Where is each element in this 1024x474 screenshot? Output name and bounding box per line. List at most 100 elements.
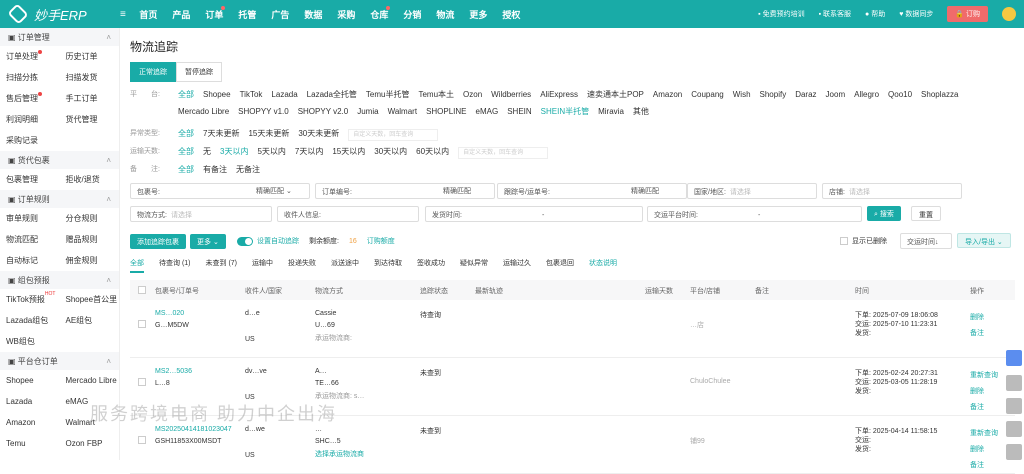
expand-icon[interactable] bbox=[1006, 375, 1022, 391]
sidebar-item[interactable]: 售后管理 bbox=[0, 92, 60, 104]
training-link[interactable]: ▪ 免费预约培训 bbox=[758, 9, 804, 19]
filter-option[interactable]: 其他 bbox=[633, 107, 649, 117]
cart-icon[interactable] bbox=[1006, 421, 1022, 437]
sidebar-item[interactable]: 扫描发货 bbox=[60, 72, 120, 83]
filter-option[interactable]: 全部 bbox=[178, 147, 194, 159]
filter-option[interactable]: Lazada全托管 bbox=[307, 90, 357, 100]
select-all-checkbox[interactable] bbox=[138, 286, 146, 294]
carrier-info[interactable]: 选择承运物流商 bbox=[315, 449, 364, 459]
filter-option[interactable]: AliExpress bbox=[540, 90, 578, 100]
filter-option[interactable]: Amazon bbox=[653, 90, 682, 100]
filter-option[interactable]: Daraz bbox=[795, 90, 816, 100]
sidebar-item[interactable]: Temu bbox=[0, 439, 60, 448]
status-tab[interactable]: 待查询 (1) bbox=[159, 258, 191, 273]
nav-item[interactable]: 广告 bbox=[264, 8, 297, 21]
menu-icon[interactable]: ≡ bbox=[120, 9, 126, 20]
refresh-icon[interactable] bbox=[1006, 444, 1022, 460]
status-tab[interactable]: 状态说明 bbox=[589, 258, 617, 273]
country-select[interactable]: 国家/地区: 请选择 bbox=[687, 183, 817, 199]
sidebar-item[interactable]: 利润明细 bbox=[0, 114, 60, 125]
sort-select[interactable]: 交运时间↓ bbox=[900, 233, 952, 249]
support-link[interactable]: ▪ 联系客服 bbox=[819, 9, 851, 19]
filter-option[interactable]: 全部 bbox=[178, 129, 194, 141]
sidebar-item[interactable]: 赠品规则 bbox=[60, 234, 120, 245]
filter-option[interactable]: 速卖通本土POP bbox=[587, 90, 644, 100]
platform-time-range[interactable]: 交运平台时间: - bbox=[647, 206, 862, 222]
nav-item[interactable]: 更多 bbox=[462, 8, 495, 21]
sidebar-item[interactable]: Lazada bbox=[0, 397, 60, 406]
chevron-up-icon[interactable]: ˄ bbox=[106, 156, 111, 165]
sidebar-item[interactable]: 佣金规则 bbox=[60, 255, 120, 266]
filter-option[interactable]: 15天以内 bbox=[332, 147, 365, 159]
filter-option[interactable]: 15天未更新 bbox=[248, 129, 289, 141]
sidebar-item[interactable]: 审单规则 bbox=[0, 213, 60, 224]
sidebar-item[interactable]: Shopee首公里 bbox=[60, 294, 120, 305]
filter-option[interactable]: 有备注 bbox=[203, 165, 227, 175]
filter-option[interactable]: Temu本土 bbox=[418, 90, 454, 100]
custom-days-input[interactable]: 自定义天数，回车查询 bbox=[348, 129, 439, 141]
add-package-button[interactable]: 添加追踪包裹 bbox=[130, 234, 186, 249]
filter-option[interactable]: Allegro bbox=[854, 90, 879, 100]
status-tab[interactable]: 投递失败 bbox=[288, 258, 316, 273]
status-tab[interactable]: 疑似异常 bbox=[460, 258, 488, 273]
chevron-up-icon[interactable]: ˄ bbox=[106, 357, 111, 366]
reset-button[interactable]: 重置 bbox=[911, 206, 941, 221]
status-tab[interactable]: 运输过久 bbox=[503, 258, 531, 273]
sidebar-item[interactable]: 手工订单 bbox=[60, 93, 120, 104]
filter-option[interactable]: 全部 bbox=[178, 165, 194, 175]
custom-days-input[interactable]: 自定义天数，回车查询 bbox=[458, 147, 549, 159]
filter-option[interactable]: Wish bbox=[733, 90, 751, 100]
match-select[interactable]: 精确匹配 bbox=[437, 183, 492, 199]
avatar[interactable] bbox=[1002, 7, 1016, 21]
sidebar-item[interactable]: TikTok预报HOT bbox=[0, 291, 60, 305]
filter-option[interactable]: SHOPLINE bbox=[426, 107, 466, 117]
status-tab[interactable]: 包裹退回 bbox=[546, 258, 574, 273]
buy-button[interactable]: 🔒 订购 bbox=[947, 6, 988, 22]
filter-option[interactable]: Walmart bbox=[388, 107, 417, 117]
filter-option[interactable]: Lazada bbox=[271, 90, 297, 100]
sidebar-item[interactable]: 采购记录 bbox=[0, 135, 60, 146]
filter-option[interactable]: Joom bbox=[826, 90, 846, 100]
filter-option[interactable]: Coupang bbox=[691, 90, 723, 100]
import-export-button[interactable]: 导入/导出 ⌄ bbox=[957, 233, 1011, 248]
filter-option[interactable]: 30天以内 bbox=[374, 147, 407, 159]
sidebar-item[interactable]: Lazada组包 bbox=[0, 315, 60, 326]
status-tab[interactable]: 运输中 bbox=[252, 258, 273, 273]
ship-time-range[interactable]: 发货时间: - bbox=[425, 206, 643, 222]
filter-option[interactable]: 60天以内 bbox=[416, 147, 449, 159]
sidebar-group-header[interactable]: ▣ 订单管理 ˄ bbox=[0, 28, 119, 46]
nav-item[interactable]: 物流 bbox=[429, 8, 462, 21]
sidebar-item[interactable]: Mercado Libre bbox=[60, 376, 120, 385]
search-button[interactable]: ⌕ 搜索 bbox=[867, 206, 901, 221]
filter-option[interactable]: Shopify bbox=[760, 90, 787, 100]
filter-option[interactable]: Wildberries bbox=[491, 90, 531, 100]
filter-option[interactable]: Qoo10 bbox=[888, 90, 912, 100]
logo[interactable]: 妙手ERP bbox=[7, 3, 120, 25]
row-action-link[interactable]: 重新查询 bbox=[970, 428, 998, 438]
filter-option[interactable]: Shoplazza bbox=[921, 90, 958, 100]
sidebar-group-header[interactable]: ▣ 货代包裹 ˄ bbox=[0, 151, 119, 169]
filter-option[interactable]: SHEIN半托管 bbox=[541, 107, 589, 117]
buy-quota-link[interactable]: 订购额度 bbox=[367, 236, 395, 246]
filter-option[interactable]: 7天未更新 bbox=[203, 129, 239, 141]
auto-track-toggle[interactable] bbox=[237, 236, 253, 246]
sidebar-item[interactable]: 货代管理 bbox=[60, 114, 120, 125]
shop-select[interactable]: 店铺: 请选择 bbox=[822, 183, 962, 199]
filter-option[interactable]: 7天以内 bbox=[295, 147, 323, 159]
filter-option[interactable]: 无备注 bbox=[236, 165, 260, 175]
sidebar-item[interactable]: 物流匹配 bbox=[0, 234, 60, 245]
sidebar-item[interactable]: Ozon FBP bbox=[60, 439, 120, 448]
row-action-link[interactable]: 删除 bbox=[970, 386, 984, 396]
sidebar-group-header[interactable]: ▣ 订单规则 ˄ bbox=[0, 190, 119, 208]
sync-link[interactable]: ♥ 数据同步 bbox=[899, 9, 933, 19]
filter-option[interactable]: SHEIN bbox=[507, 107, 531, 117]
nav-item[interactable]: 托管 bbox=[231, 8, 264, 21]
package-number-link[interactable]: MS20250414181023047 bbox=[155, 426, 232, 433]
method-select[interactable]: 物流方式: 请选择 bbox=[130, 206, 272, 222]
sidebar-item[interactable]: 分仓规则 bbox=[60, 213, 120, 224]
row-action-link[interactable]: 备注 bbox=[970, 402, 984, 412]
nav-item[interactable]: 仓库 bbox=[363, 5, 396, 21]
row-checkbox[interactable] bbox=[138, 378, 146, 386]
status-tab[interactable]: 派送途中 bbox=[331, 258, 359, 273]
status-tab[interactable]: 全部 bbox=[130, 258, 144, 273]
